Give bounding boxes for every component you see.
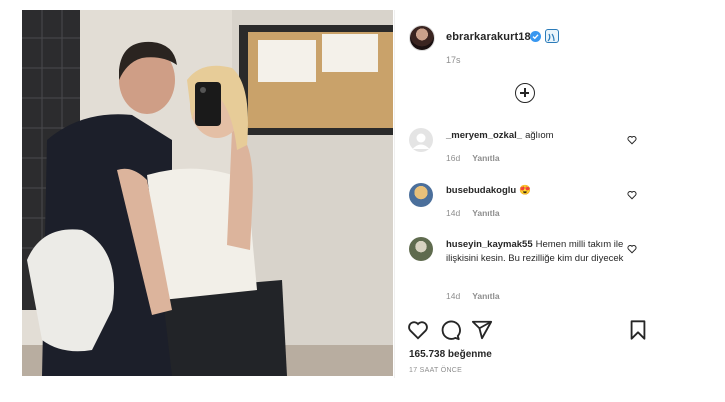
- bookmark-icon[interactable]: [627, 319, 649, 341]
- heart-icon[interactable]: [407, 319, 429, 341]
- comment-text: huseyin_kaymak55 Hemen milli takım ile il…: [446, 238, 624, 266]
- comment-time: 16d: [446, 153, 461, 163]
- reply-button[interactable]: Yanıtla: [472, 291, 499, 301]
- author-avatar[interactable]: [409, 25, 435, 51]
- verified-icon: [530, 31, 541, 42]
- post-timestamp: 17 SAAT ÖNCE: [409, 367, 463, 374]
- likes-count[interactable]: 165.738 beğenme: [409, 349, 492, 360]
- comment-body: 😍: [519, 185, 532, 196]
- comment-icon[interactable]: [439, 319, 461, 341]
- comment-meta: 14d Yanıtla: [446, 208, 500, 218]
- comment-text: _meryem_ozkal_ ağlıom: [446, 129, 624, 143]
- commenter-avatar[interactable]: [409, 237, 433, 261]
- add-comment-icon[interactable]: [515, 83, 535, 103]
- reply-button[interactable]: Yanıtla: [472, 153, 499, 163]
- heart-icon[interactable]: [627, 132, 637, 145]
- post-header: ebrarkarakurt18 17s: [395, 10, 663, 70]
- post-details-panel: ebrarkarakurt18 17s _meryem_ozkal_ ağlıom…: [394, 10, 662, 378]
- commenter-avatar[interactable]: [409, 128, 433, 152]
- share-icon[interactable]: [471, 319, 493, 341]
- commenter-avatar[interactable]: [409, 183, 433, 207]
- comment-username[interactable]: _meryem_ozkal_: [446, 130, 522, 141]
- comment-username[interactable]: busebudakoglu: [446, 185, 516, 196]
- instagram-post: ebrarkarakurt18 17s _meryem_ozkal_ ağlıom…: [22, 10, 662, 378]
- comment-time: 14d: [446, 208, 461, 218]
- comment-body: ağlıom: [525, 130, 554, 141]
- comment-username[interactable]: huseyin_kaymak55: [446, 239, 533, 250]
- comment-text: busebudakoglu 😍: [446, 184, 624, 198]
- photo-illustration: [22, 10, 393, 376]
- comment-meta: 14d Yanıtla: [446, 291, 500, 301]
- post-photo[interactable]: [22, 10, 393, 376]
- reply-button[interactable]: Yanıtla: [472, 208, 499, 218]
- heart-icon[interactable]: [627, 241, 637, 254]
- comment-time: 14d: [446, 291, 461, 301]
- comment-meta: 16d Yanıtla: [446, 153, 500, 163]
- author-post-time: 17s: [446, 55, 461, 65]
- author-username[interactable]: ebrarkarakurt18: [446, 31, 531, 43]
- post-actions-bar: [395, 316, 663, 346]
- heart-icon[interactable]: [627, 187, 637, 200]
- emoji-icon: [545, 29, 559, 43]
